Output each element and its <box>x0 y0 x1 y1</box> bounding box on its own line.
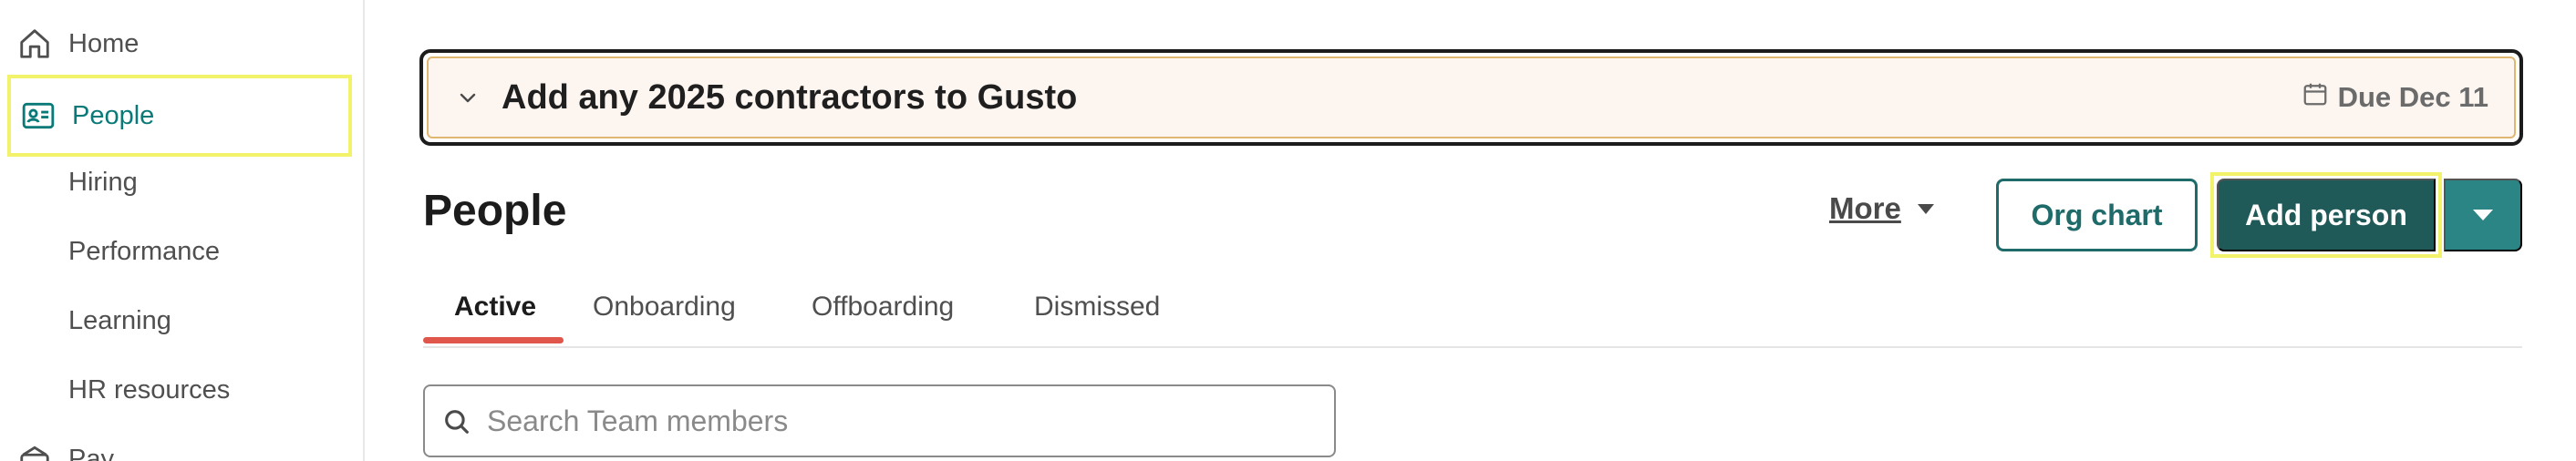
tab-onboarding[interactable]: Onboarding <box>593 292 736 323</box>
calendar-icon <box>2302 80 2329 115</box>
caret-down-icon <box>1917 203 1934 214</box>
people-tabs: Active Onboarding Offboarding Dismissed <box>423 282 2522 348</box>
sidebar-item-label: Learning <box>68 305 171 335</box>
sidebar-item-label: Performance <box>68 236 221 266</box>
add-person-button[interactable]: Add person <box>2217 179 2436 251</box>
sidebar-item-label: HR resources <box>68 374 231 405</box>
page-title: People <box>423 187 567 235</box>
wallet-icon <box>16 441 53 461</box>
tab-dismissed[interactable]: Dismissed <box>1034 292 1160 323</box>
search-icon <box>441 406 472 437</box>
tab-active[interactable]: Active <box>454 292 536 323</box>
sidebar-item-label: Pay <box>68 444 114 461</box>
sidebar-item-label: Hiring <box>68 167 138 197</box>
active-tab-indicator <box>423 337 564 343</box>
sidebar-item-label: Home <box>68 28 140 58</box>
tab-offboarding[interactable]: Offboarding <box>812 292 954 323</box>
more-menu-button[interactable]: More <box>1829 191 1934 226</box>
search-box <box>423 384 1336 457</box>
id-card-icon <box>20 97 57 134</box>
add-person-dropdown-button[interactable] <box>2444 179 2522 251</box>
sidebar: Home People Hiring Performance Learning … <box>0 0 365 461</box>
task-due-label: Due Dec 11 <box>2337 81 2488 113</box>
caret-down-icon <box>2473 210 2493 220</box>
task-banner-title[interactable]: Add any 2025 contractors to Gusto <box>502 78 1077 118</box>
home-icon <box>16 26 53 62</box>
task-due-date: Due Dec 11 <box>2302 80 2488 115</box>
sidebar-item-people[interactable]: People <box>7 75 352 157</box>
sidebar-item-label: People <box>72 100 155 130</box>
chevron-down-icon[interactable] <box>454 84 481 111</box>
task-banner-content: Add any 2025 contractors to Gusto Due De… <box>427 56 2516 138</box>
add-person-highlight: Add person <box>2210 172 2442 258</box>
search-input[interactable] <box>487 386 1308 456</box>
task-banner: Add any 2025 contractors to Gusto Due De… <box>419 49 2523 146</box>
org-chart-button[interactable]: Org chart <box>1996 179 2198 251</box>
more-menu-label: More <box>1829 191 1901 225</box>
